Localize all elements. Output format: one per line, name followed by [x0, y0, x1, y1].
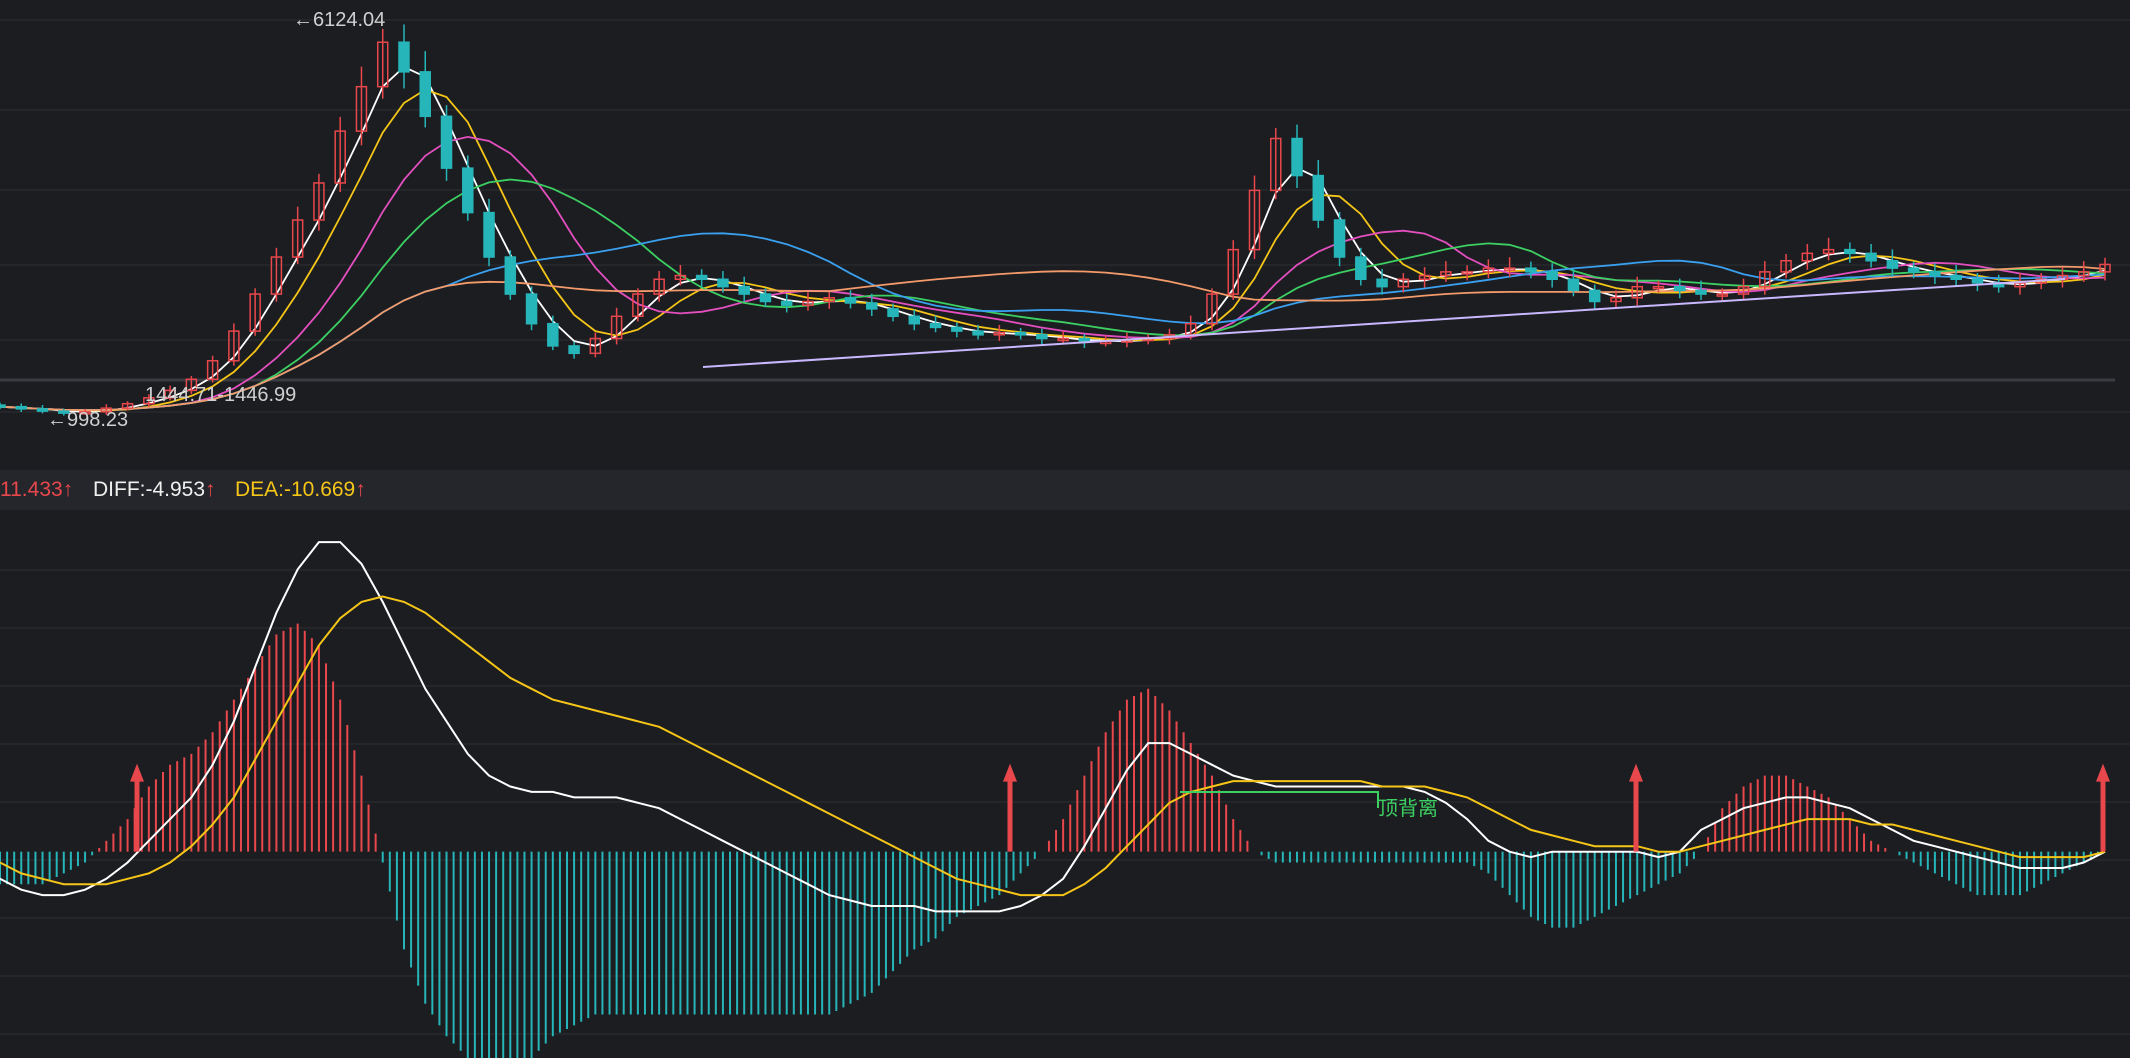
divergence-marker — [1180, 791, 1379, 808]
candle-body — [1673, 285, 1686, 292]
candle-body — [1588, 289, 1601, 303]
dea-value: DEA:-10.669↑ — [235, 478, 366, 501]
candle-body — [525, 293, 538, 325]
candle-body — [1907, 267, 1920, 273]
candle-body — [1291, 137, 1303, 177]
candle-body — [462, 167, 474, 214]
candle-body — [15, 405, 28, 410]
diff-line — [0, 541, 2106, 913]
candle-body — [1355, 256, 1367, 281]
candle-body — [695, 274, 708, 281]
macd-lines — [0, 541, 2106, 913]
ma120-line — [0, 265, 2106, 412]
candle-body — [0, 404, 6, 408]
candle-body — [440, 115, 453, 169]
low-price-label: ←998.23 — [47, 409, 129, 431]
candle-body — [504, 256, 517, 295]
divergence-label: 顶背离 — [1378, 798, 1438, 820]
candle-body — [972, 330, 984, 336]
candle-body — [780, 300, 793, 306]
candle-body — [1376, 278, 1388, 288]
signal-arrow-head — [1003, 763, 1017, 782]
divergence-bracket — [1180, 791, 1379, 808]
candle-body — [1971, 278, 1984, 284]
candle-body — [908, 315, 921, 325]
dea-line — [0, 595, 2106, 897]
macd-value: 11.433↑ — [0, 478, 74, 501]
ma20-line — [0, 135, 2106, 412]
candle-body — [738, 285, 750, 295]
candle-body — [1695, 289, 1707, 295]
candle-body — [1567, 278, 1580, 292]
candle-body — [398, 41, 410, 73]
candle-body — [568, 345, 580, 355]
signal-arrow-head — [130, 763, 144, 782]
candle-body — [717, 278, 729, 288]
signal-arrow-head — [2096, 763, 2110, 782]
candle-body — [887, 308, 899, 318]
candle-body — [1886, 259, 1899, 269]
macd-histogram — [0, 623, 2099, 1058]
candle-body — [483, 211, 495, 258]
ma10-line — [0, 88, 2106, 412]
candle-body — [1036, 334, 1048, 340]
candle-body — [1312, 174, 1325, 221]
candle-body — [419, 71, 432, 118]
candle-body — [1525, 267, 1537, 273]
grid-lines — [0, 19, 2130, 1035]
moving-average-lines — [0, 65, 2106, 413]
candle-body — [951, 326, 963, 332]
diff-value: DIFF:-4.953↑ — [93, 478, 216, 501]
candle-body — [1865, 252, 1877, 262]
chart-canvas — [0, 19, 2130, 1058]
candle-body — [1333, 219, 1346, 258]
ma5-line — [0, 65, 2106, 413]
candle-body — [547, 322, 559, 347]
candle-body — [844, 297, 857, 304]
high-price-label: ←6124.04 — [293, 9, 386, 31]
ma30-line — [0, 178, 2106, 412]
candle-body — [929, 322, 942, 329]
candle-body — [759, 293, 772, 303]
candle-body — [1950, 274, 1962, 281]
range-label: 1444.71-1446.99 — [145, 384, 297, 406]
candle-body — [1546, 271, 1558, 281]
candle-body — [1014, 331, 1027, 336]
candle-body — [866, 302, 878, 310]
signal-arrow-head — [1629, 763, 1643, 782]
candle-body — [1929, 271, 1941, 277]
candle-body — [1844, 248, 1856, 255]
